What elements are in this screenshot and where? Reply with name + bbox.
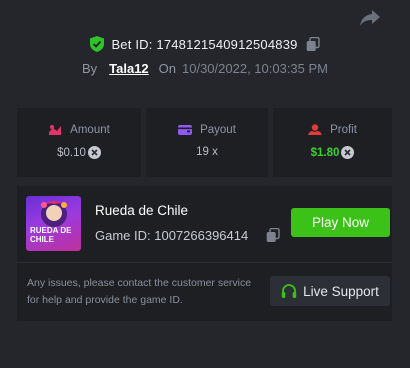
headset-icon (281, 284, 297, 298)
by-label: By (81, 61, 98, 76)
by-row: By Tala12 On 10/30/2022, 10:03:35 PM (0, 61, 410, 76)
thumb-title-line1: RUEDA DE (30, 226, 72, 235)
shield-check-icon (90, 36, 105, 52)
coin-icon (341, 146, 355, 159)
share-icon[interactable] (358, 8, 382, 28)
on-label: On (158, 61, 176, 76)
copy-icon[interactable] (266, 228, 280, 243)
bet-id: Bet ID: 1748121540912504839 (111, 36, 298, 52)
game-card: RUEDA DE CHILE Rueda de Chile Game ID: 1… (17, 186, 392, 321)
play-now-button[interactable]: Play Now (291, 208, 390, 237)
stat-profit: Profit $1.80 (273, 108, 392, 177)
live-support-label: Live Support (303, 283, 379, 299)
copy-icon[interactable] (306, 36, 320, 52)
stat-value: $0.10 (57, 146, 86, 159)
stat-label: Payout (200, 124, 236, 136)
coin-icon (87, 146, 101, 159)
bet-id-row: Bet ID: 1748121540912504839 (0, 36, 410, 52)
stat-value: 19 x (196, 146, 218, 158)
stats-row: Amount $0.10 Payout 19 x Profit $1.80 (17, 108, 392, 177)
thumb-title-line2: CHILE (30, 235, 55, 244)
username-link[interactable]: Tala12 (109, 61, 149, 76)
live-support-button[interactable]: Live Support (270, 276, 390, 306)
support-message: Any issues, please contact the customer … (27, 277, 252, 306)
stat-label: Amount (70, 124, 110, 136)
stat-amount: Amount $0.10 (17, 108, 141, 177)
bet-datetime: 10/30/2022, 10:03:35 PM (182, 61, 329, 76)
stat-value: $1.80 (310, 146, 340, 159)
game-thumbnail[interactable]: RUEDA DE CHILE (26, 196, 81, 251)
game-id: Game ID: 1007266396414 (95, 228, 249, 243)
divider (17, 262, 392, 263)
wallet-icon (178, 125, 193, 135)
game-name[interactable]: Rueda de Chile (95, 203, 188, 218)
stat-label: Profit (330, 124, 357, 136)
stat-payout: Payout 19 x (146, 108, 268, 177)
profit-icon (308, 124, 323, 135)
amount-icon (49, 125, 62, 135)
